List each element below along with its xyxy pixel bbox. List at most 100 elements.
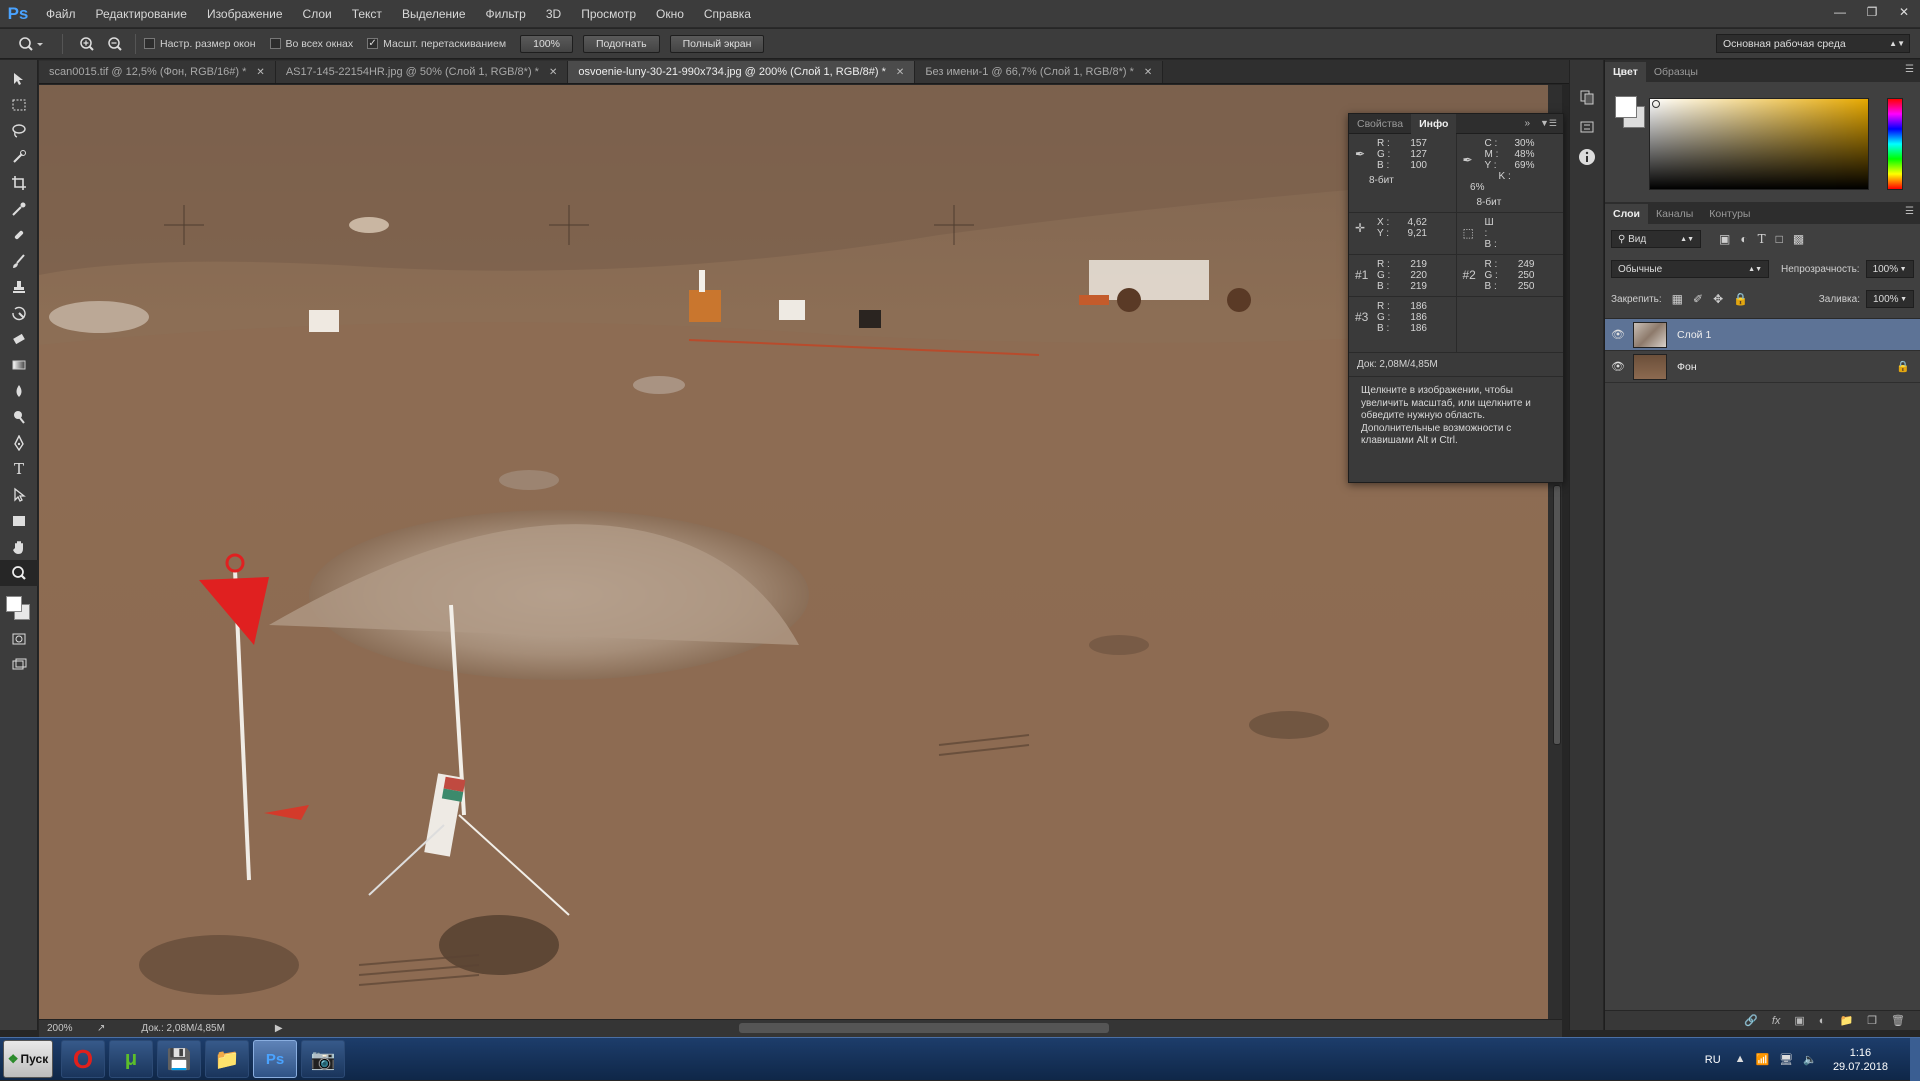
path-selection-tool-icon[interactable] xyxy=(0,482,38,508)
scrubby-zoom-checkbox[interactable]: ✓ Масшт. перетаскиванием xyxy=(367,38,506,50)
collapse-icon[interactable]: » xyxy=(1524,118,1530,129)
clone-stamp-tool-icon[interactable] xyxy=(0,274,38,300)
clock[interactable]: 1:16 29.07.2018 xyxy=(1833,1046,1888,1074)
layer-filter-select[interactable]: ⚲ Вид ▲▼ xyxy=(1611,230,1701,248)
opera-icon[interactable]: O xyxy=(61,1040,105,1078)
zoom-out-icon[interactable] xyxy=(103,33,127,55)
tab-channels[interactable]: Каналы xyxy=(1648,204,1701,224)
document-tab[interactable]: AS17-145-22154HR.jpg @ 50% (Слой 1, RGB/… xyxy=(275,61,569,83)
blend-mode-select[interactable]: Обычные ▲▼ xyxy=(1611,260,1769,278)
eyedropper-tool-icon[interactable] xyxy=(0,196,38,222)
document-tab[interactable]: scan0015.tif @ 12,5% (Фон, RGB/16#) * ✕ xyxy=(39,61,276,83)
lock-transparent-icon[interactable]: ▦ xyxy=(1672,292,1683,306)
menu-select[interactable]: Выделение xyxy=(392,0,476,28)
history-brush-tool-icon[interactable] xyxy=(0,300,38,326)
close-icon[interactable]: ✕ xyxy=(1888,0,1920,24)
quick-select-tool-icon[interactable] xyxy=(0,144,38,170)
layer-name[interactable]: Слой 1 xyxy=(1677,329,1920,341)
hue-slider[interactable] xyxy=(1887,98,1903,190)
healing-brush-tool-icon[interactable] xyxy=(0,222,38,248)
foreground-color-swatch[interactable] xyxy=(6,596,22,612)
menu-filter[interactable]: Фильтр xyxy=(476,0,536,28)
rectangle-tool-icon[interactable] xyxy=(0,508,38,534)
volume-icon[interactable]: 🔈 xyxy=(1803,1053,1817,1066)
all-windows-checkbox[interactable]: Во всех окнах xyxy=(269,38,353,50)
tool-preset-picker[interactable] xyxy=(8,32,54,56)
type-filter-icon[interactable]: T xyxy=(1758,232,1766,246)
hand-tool-icon[interactable] xyxy=(0,534,38,560)
menu-view[interactable]: Просмотр xyxy=(571,0,646,28)
type-tool-icon[interactable]: T xyxy=(0,456,38,482)
horizontal-scroll-thumb[interactable] xyxy=(739,1023,1109,1033)
shape-filter-icon[interactable]: □ xyxy=(1776,232,1783,246)
network-icon[interactable]: 📶 xyxy=(1756,1053,1770,1066)
panel-menu-icon[interactable]: ☰ xyxy=(1905,206,1914,217)
close-tab-icon[interactable]: ✕ xyxy=(896,67,904,78)
screen-mode-icon[interactable] xyxy=(0,652,38,678)
menu-3d[interactable]: 3D xyxy=(536,0,571,28)
close-tab-icon[interactable]: ✕ xyxy=(256,67,264,78)
menu-file[interactable]: Файл xyxy=(36,0,86,28)
utorrent-icon[interactable]: μ xyxy=(109,1040,153,1078)
monitor-icon[interactable]: 🖥 xyxy=(1779,1053,1793,1066)
tab-color[interactable]: Цвет xyxy=(1605,62,1646,82)
adjustment-filter-icon[interactable]: ◐ xyxy=(1740,232,1747,246)
layer-name[interactable]: Фон xyxy=(1677,361,1896,373)
color-swatches[interactable] xyxy=(0,586,38,626)
tab-paths[interactable]: Контуры xyxy=(1701,204,1758,224)
close-tab-icon[interactable]: ✕ xyxy=(549,67,557,78)
fx-icon[interactable]: fx xyxy=(1772,1015,1781,1027)
restore-icon[interactable]: ❐ xyxy=(1856,0,1888,24)
panel-menu-icon[interactable]: ☰ xyxy=(1905,64,1914,75)
tab-swatches[interactable]: Образцы xyxy=(1646,62,1706,82)
menu-edit[interactable]: Редактирование xyxy=(86,0,197,28)
tab-info[interactable]: Инфо xyxy=(1411,113,1457,134)
marquee-tool-icon[interactable] xyxy=(0,92,38,118)
fill-field[interactable]: 100% ▼ xyxy=(1866,290,1914,308)
scroll-thumb[interactable] xyxy=(1553,485,1561,745)
history-panel-icon[interactable] xyxy=(1570,82,1604,112)
start-button[interactable]: ❖ Пуск xyxy=(3,1040,53,1078)
zoom-in-icon[interactable] xyxy=(75,33,99,55)
blur-tool-icon[interactable] xyxy=(0,378,38,404)
crop-tool-icon[interactable] xyxy=(0,170,38,196)
adjustments-panel-icon[interactable] xyxy=(1570,112,1604,142)
photoshop-taskbar-icon[interactable]: Ps xyxy=(253,1040,297,1078)
opacity-field[interactable]: 100% ▼ xyxy=(1865,260,1914,278)
resize-windows-checkbox[interactable]: Настр. размер окон xyxy=(144,38,256,50)
link-layers-icon[interactable]: 🔗 xyxy=(1744,1014,1758,1027)
menu-image[interactable]: Изображение xyxy=(197,0,293,28)
show-hidden-icons-icon[interactable]: ▲ xyxy=(1735,1053,1746,1066)
eye-icon[interactable]: 👁 xyxy=(1605,328,1631,341)
menu-window[interactable]: Окно xyxy=(646,0,694,28)
dodge-tool-icon[interactable] xyxy=(0,404,38,430)
pen-tool-icon[interactable] xyxy=(0,430,38,456)
zoom-100-button[interactable]: 100% xyxy=(520,34,573,53)
lock-position-icon[interactable]: ✥ xyxy=(1713,292,1723,306)
eye-icon[interactable]: 👁 xyxy=(1605,360,1631,373)
info-panel-icon[interactable] xyxy=(1570,142,1604,172)
document-tab-active[interactable]: osvoenie-luny-30-21-990x734.jpg @ 200% (… xyxy=(568,61,916,83)
menu-type[interactable]: Текст xyxy=(342,0,392,28)
lasso-tool-icon[interactable] xyxy=(0,118,38,144)
zoom-tool-icon[interactable] xyxy=(0,560,38,586)
panel-menu-icon[interactable]: ▼☰ xyxy=(1540,118,1557,129)
foreground-color-swatch[interactable] xyxy=(1615,96,1637,118)
image-filter-icon[interactable]: ▣ xyxy=(1719,232,1730,246)
lock-all-icon[interactable]: 🔒 xyxy=(1733,292,1748,306)
trash-icon[interactable]: 🗑 xyxy=(1891,1014,1905,1027)
share-icon[interactable]: ↗ xyxy=(97,1023,105,1034)
fill-screen-button[interactable]: Полный экран xyxy=(669,34,765,53)
show-desktop-button[interactable] xyxy=(1910,1038,1920,1081)
new-group-icon[interactable]: 📁 xyxy=(1839,1014,1853,1027)
floppy-save-icon[interactable]: 💾 xyxy=(157,1040,201,1078)
menu-layers[interactable]: Слои xyxy=(293,0,342,28)
document-tab[interactable]: Без имени-1 @ 66,7% (Слой 1, RGB/8*) * ✕ xyxy=(915,61,1164,83)
color-picker-field[interactable] xyxy=(1649,98,1869,190)
document-canvas[interactable] xyxy=(39,85,1548,1019)
layer-row[interactable]: 👁 Фон 🔒 xyxy=(1605,351,1920,383)
eraser-tool-icon[interactable] xyxy=(0,326,38,352)
brush-tool-icon[interactable] xyxy=(0,248,38,274)
move-tool-icon[interactable] xyxy=(0,66,38,92)
adjustment-layer-icon[interactable]: ◐ xyxy=(1819,1015,1826,1027)
